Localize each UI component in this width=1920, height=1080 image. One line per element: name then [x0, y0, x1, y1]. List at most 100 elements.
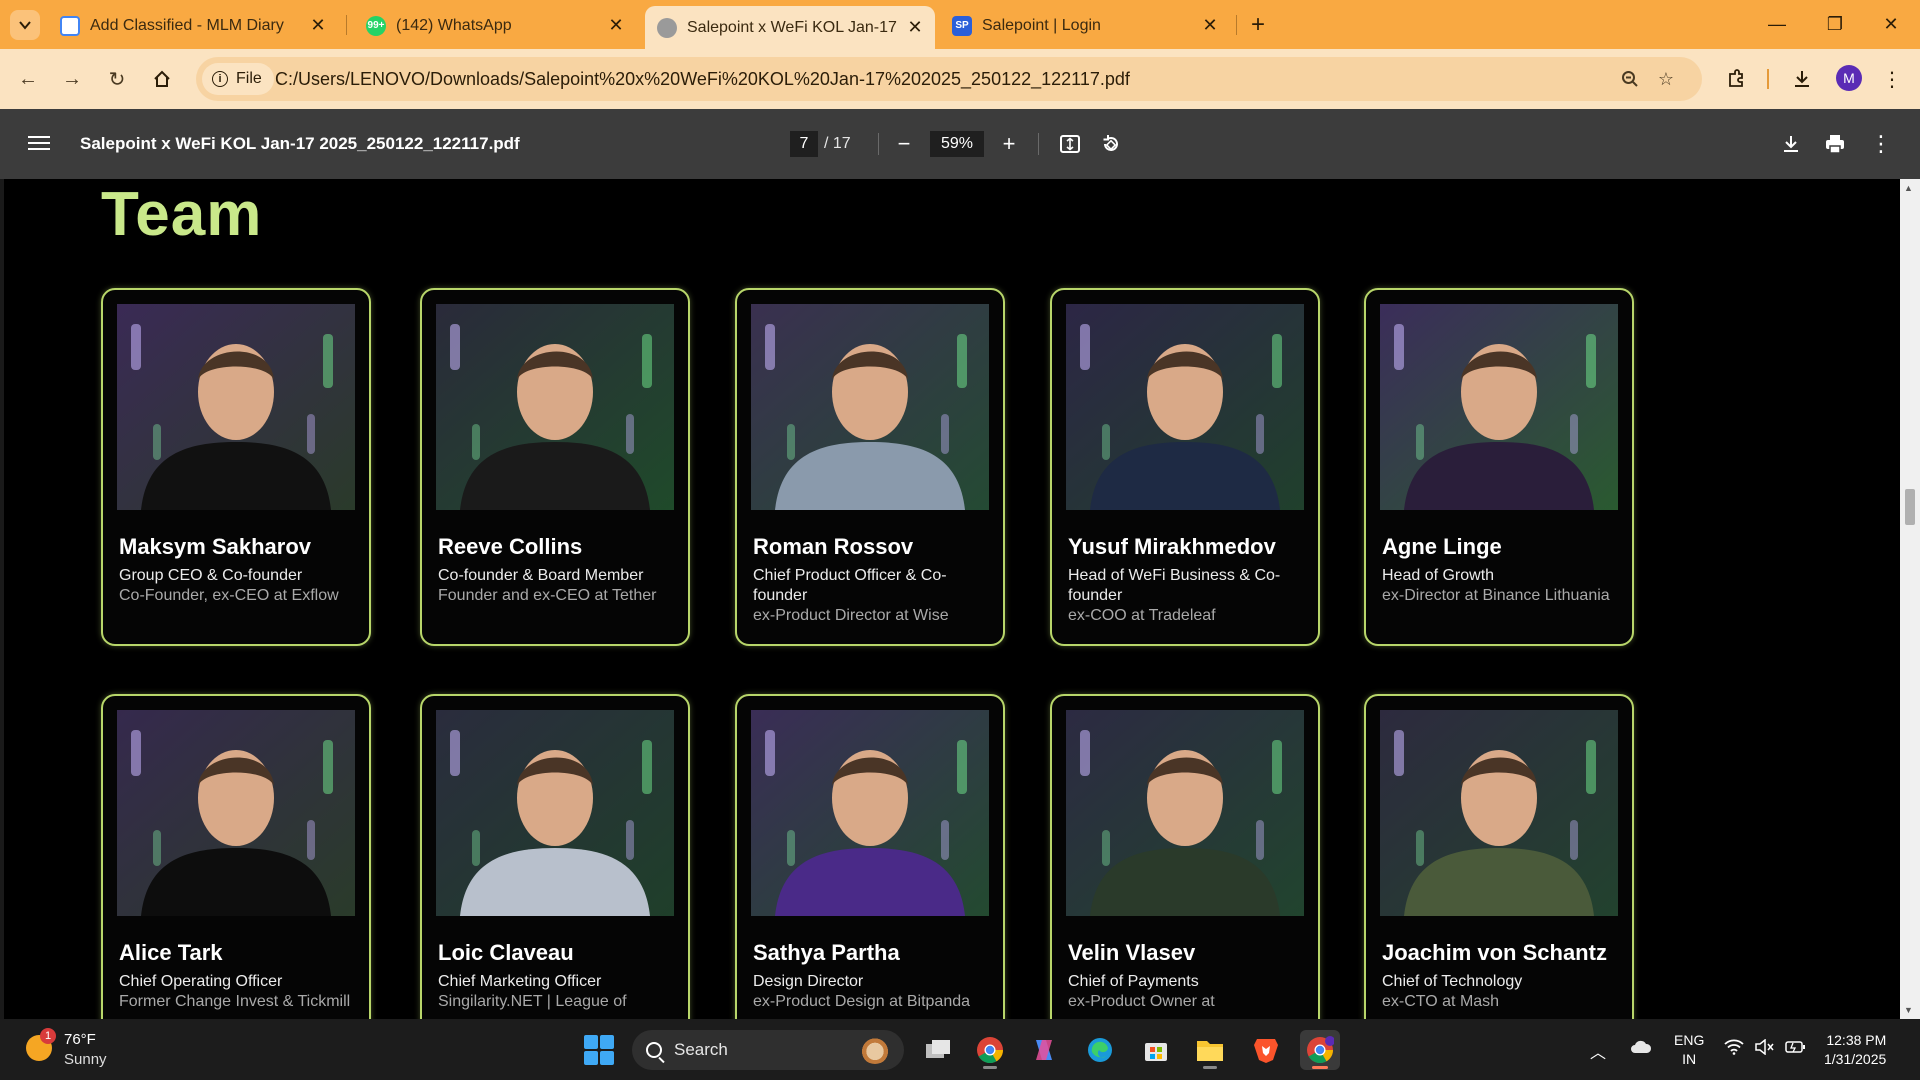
vertical-scrollbar[interactable]: ▲ ▼: [1900, 179, 1920, 1019]
team-member-card: Sathya Partha Design Director ex-Product D…: [735, 694, 1005, 1019]
browser-toolbar: ← → ↻ i File C:/Users/LENOVO/Downloads/S…: [0, 49, 1920, 109]
member-previous-role: Founder and ex-CEO at Tether: [438, 587, 657, 604]
member-role: Chief of Payments: [1068, 973, 1199, 990]
tab-title: (142) WhatsApp: [396, 16, 512, 34]
site-info-chip[interactable]: i File: [202, 63, 274, 95]
brave-icon[interactable]: [1246, 1030, 1286, 1070]
file-explorer-icon[interactable]: [1190, 1030, 1230, 1070]
extensions-icon[interactable]: [1720, 63, 1752, 95]
chrome-profile-icon[interactable]: [1300, 1030, 1340, 1070]
tab-search-button[interactable]: [10, 10, 40, 40]
clock-time: 12:38 PM: [1826, 1032, 1887, 1048]
home-button[interactable]: [146, 63, 178, 95]
close-icon: ✕: [1883, 14, 1899, 34]
rotate-button[interactable]: [1096, 129, 1126, 159]
zoom-in-button[interactable]: +: [994, 129, 1024, 159]
info-icon: i: [212, 71, 228, 87]
profile-avatar[interactable]: M: [1836, 65, 1862, 91]
restore-icon: ❐: [1826, 14, 1844, 34]
member-photo: [1066, 304, 1304, 510]
url-text[interactable]: C:/Users/LENOVO/Downloads/Salepoint%20x%…: [275, 69, 1130, 90]
pdf-title: Salepoint x WeFi KOL Jan-17 2025_250122_…: [80, 134, 520, 153]
tab-title: Add Classified - MLM Diary: [90, 16, 284, 34]
language-indicator[interactable]: ENG IN: [1674, 1031, 1704, 1069]
downloads-icon[interactable]: [1786, 63, 1818, 95]
member-previous-role: ex-Product Director at Wise: [753, 607, 949, 624]
member-previous-role: Co-Founder, ex-CEO at Exflow: [119, 587, 339, 604]
print-button[interactable]: [1820, 129, 1850, 159]
edge-icon[interactable]: [1080, 1030, 1120, 1070]
pdf-viewer[interactable]: Team Maksym Sakharov Group CEO & Co-found…: [0, 179, 1920, 1019]
member-photo: [436, 304, 674, 510]
copilot-icon[interactable]: [1024, 1030, 1064, 1070]
new-tab-button[interactable]: +: [1243, 10, 1273, 40]
battery-icon[interactable]: [1784, 1039, 1806, 1060]
tab-salepoint-pdf[interactable]: Salepoint x WeFi KOL Jan-17 20 ✕: [645, 6, 935, 49]
member-photo: [117, 710, 355, 916]
zoom-input[interactable]: 59%: [930, 131, 984, 157]
page-heading: Team: [101, 180, 263, 249]
member-name: Maksym Sakharov: [119, 534, 311, 559]
member-name: Joachim von Schantz: [1382, 940, 1607, 965]
member-photo: [1066, 710, 1304, 916]
zoom-icon[interactable]: [1618, 67, 1642, 91]
bookmark-star-icon[interactable]: ☆: [1654, 67, 1678, 91]
member-role: Chief Product Officer & Co-founder: [753, 567, 947, 604]
download-icon: [1784, 136, 1798, 152]
tab-salepoint-login[interactable]: SP Salepoint | Login ✕: [940, 8, 1230, 43]
menu-icon[interactable]: [28, 132, 50, 154]
salepoint-icon: SP: [952, 15, 972, 36]
task-view-icon[interactable]: [918, 1030, 958, 1070]
close-icon[interactable]: ✕: [606, 15, 626, 36]
chevron-up-icon[interactable]: ︿: [1590, 1039, 1606, 1063]
whatsapp-icon: 99+: [366, 15, 386, 36]
pdf-toolbar: Salepoint x WeFi KOL Jan-17 2025_250122_…: [0, 109, 1920, 179]
minimize-button[interactable]: —: [1748, 0, 1806, 49]
address-bar[interactable]: i File C:/Users/LENOVO/Downloads/Salepoi…: [196, 57, 1702, 101]
member-previous-role: Singilarity.NET | League of: [438, 993, 627, 1010]
tab-whatsapp[interactable]: 99+ (142) WhatsApp ✕: [354, 8, 636, 43]
member-previous-role: ex-Product Owner at: [1068, 993, 1215, 1010]
chrome-menu-button[interactable]: ⋮: [1876, 63, 1908, 95]
windows-taskbar: 1 76°F Sunny Search ︿ ENG IN 12:38 PM 1/…: [0, 1019, 1920, 1080]
chrome-icon[interactable]: [970, 1030, 1010, 1070]
onedrive-icon[interactable]: [1630, 1039, 1652, 1060]
restore-button[interactable]: ❐: [1806, 0, 1864, 49]
member-previous-role: ex-CTO at Mash: [1382, 993, 1500, 1010]
lang-top: ENG: [1674, 1032, 1705, 1048]
print-icon: [1826, 135, 1844, 154]
search-placeholder: Search: [674, 1040, 728, 1059]
pdf-more-button[interactable]: ⋮: [1866, 129, 1896, 159]
chip-label: File: [236, 70, 262, 87]
reload-button[interactable]: ↻: [101, 63, 133, 95]
more-vertical-icon: ⋮: [1882, 68, 1902, 91]
close-window-button[interactable]: ✕: [1862, 0, 1920, 49]
forward-button[interactable]: →: [56, 63, 88, 95]
wifi-icon[interactable]: [1724, 1039, 1744, 1060]
member-photo: [436, 710, 674, 916]
search-icon: [646, 1042, 662, 1058]
store-icon[interactable]: [1136, 1030, 1176, 1070]
fit-page-button[interactable]: [1055, 129, 1085, 159]
close-icon[interactable]: ✕: [308, 15, 328, 36]
close-icon[interactable]: ✕: [905, 17, 925, 38]
member-previous-role: ex-Director at Binance Lithuania: [1382, 587, 1610, 604]
zoom-out-button[interactable]: −: [889, 129, 919, 159]
download-button[interactable]: [1776, 129, 1806, 159]
page-number-input[interactable]: 7: [790, 131, 818, 157]
tab-mlm-diary[interactable]: Add Classified - MLM Diary ✕: [48, 8, 338, 43]
system-clock[interactable]: 12:38 PM 1/31/2025: [1824, 1031, 1886, 1069]
taskbar-search[interactable]: Search: [632, 1030, 904, 1070]
member-name: Reeve Collins: [438, 534, 583, 559]
team-member-card: Reeve Collins Co-founder & Board Member Fo…: [420, 288, 690, 646]
close-icon[interactable]: ✕: [1200, 15, 1220, 36]
arrow-right-icon: →: [62, 67, 82, 90]
back-button[interactable]: ←: [12, 63, 44, 95]
scrollbar-thumb[interactable]: [1905, 489, 1915, 525]
globe-icon: [657, 17, 677, 38]
member-photo: [1380, 710, 1618, 916]
mlm-diary-icon: [60, 15, 80, 36]
windows-start-icon[interactable]: [584, 1035, 614, 1065]
member-photo: [751, 304, 989, 510]
volume-muted-icon[interactable]: [1754, 1038, 1774, 1060]
